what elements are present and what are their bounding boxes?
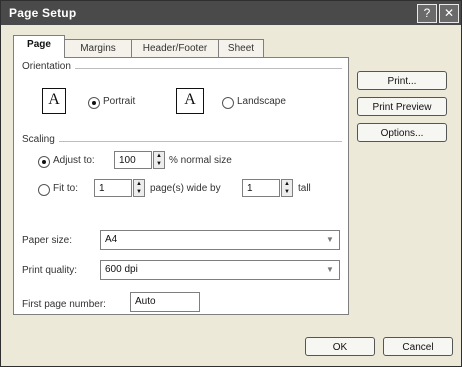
fit-wide-input[interactable]: 1 [94,179,132,197]
print-quality-value: 600 dpi [105,264,138,275]
tab-page[interactable]: Page [13,35,65,58]
landscape-label: Landscape [237,96,286,107]
chevron-down-icon: ▼ [326,235,334,244]
paper-size-value: A4 [105,234,118,245]
fit-to-radio[interactable] [38,184,50,196]
fit-to-label: Fit to: [53,183,79,194]
print-quality-label: Print quality: [22,265,78,276]
adjust-to-spinner[interactable]: ▲ ▼ [153,151,165,169]
options-button[interactable]: Options... [357,123,447,142]
page-setup-dialog: Page Setup ? ✕ Page Margins Header/Foote… [0,0,462,367]
first-page-input[interactable]: Auto [130,292,200,312]
print-quality-select[interactable]: 600 dpi ▼ [100,260,340,280]
tab-margins[interactable]: Margins [64,39,132,58]
close-button[interactable]: ✕ [439,4,459,23]
help-button[interactable]: ? [417,4,437,23]
fit-wide-suffix: page(s) wide by [150,183,221,194]
adjust-to-suffix: % normal size [169,155,232,166]
landscape-radio[interactable] [222,97,234,109]
chevron-down-icon: ▼ [326,265,334,274]
tab-header-footer[interactable]: Header/Footer [131,39,219,58]
first-page-label: First page number: [22,299,106,310]
adjust-to-input[interactable]: 100 [114,151,152,169]
title-bar[interactable]: Page Setup ? ✕ [1,1,461,25]
ok-button[interactable]: OK [305,337,375,356]
orientation-label: Orientation [22,61,75,72]
print-button[interactable]: Print... [357,71,447,90]
fit-tall-suffix: tall [298,183,311,194]
paper-size-label: Paper size: [22,235,73,246]
paper-size-select[interactable]: A4 ▼ [100,230,340,250]
fit-tall-input[interactable]: 1 [242,179,280,197]
fit-wide-spinner[interactable]: ▲ ▼ [133,179,145,197]
scaling-divider [22,141,342,142]
adjust-to-radio[interactable] [38,156,50,168]
landscape-icon: A [176,88,204,114]
portrait-label: Portrait [103,96,136,107]
print-preview-button[interactable]: Print Preview [357,97,447,116]
page-tab-panel: Orientation A Portrait A Landscape Scali… [13,57,349,315]
dialog-title: Page Setup [9,6,77,20]
adjust-to-label: Adjust to: [53,155,95,166]
scaling-label: Scaling [22,134,59,145]
tab-sheet[interactable]: Sheet [218,39,264,58]
fit-tall-spinner[interactable]: ▲ ▼ [281,179,293,197]
cancel-button[interactable]: Cancel [383,337,453,356]
portrait-icon: A [42,88,66,114]
portrait-radio[interactable] [88,97,100,109]
